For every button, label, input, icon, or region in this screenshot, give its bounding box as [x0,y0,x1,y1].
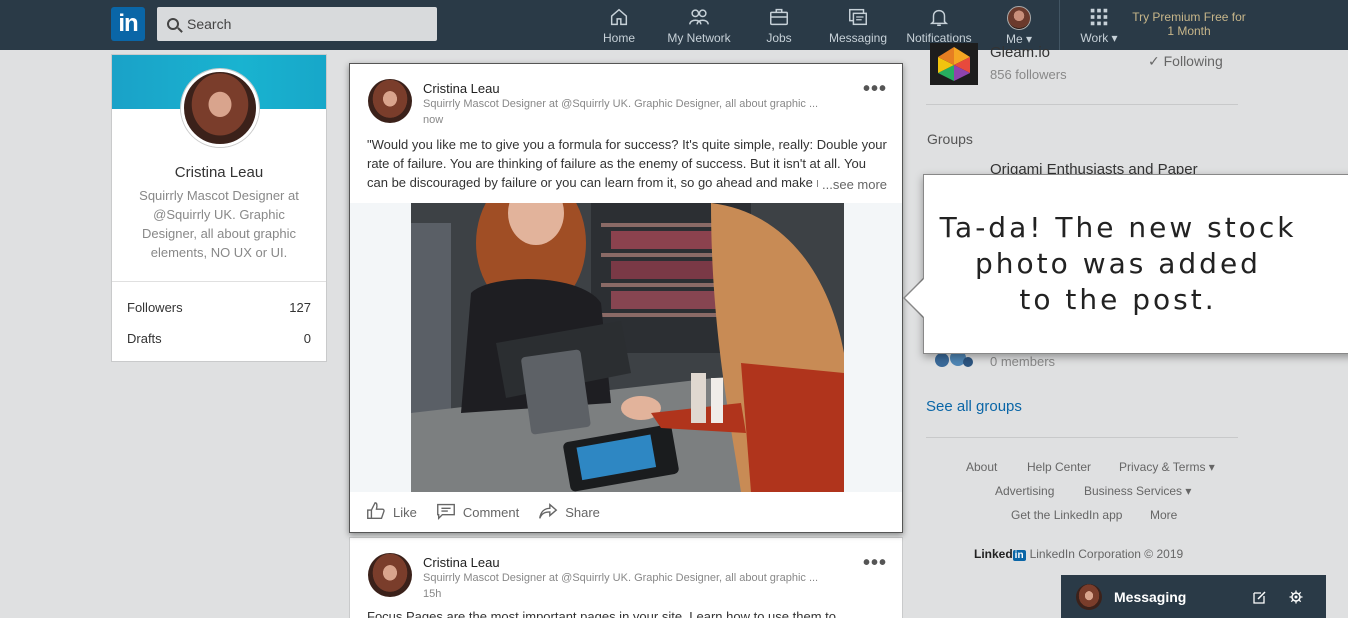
profile-name[interactable]: Cristina Leau [112,164,326,181]
top-nav: in Search Home My Network Jobs Messaging… [0,0,1348,50]
post-image-area [350,203,902,492]
messaging-icon [847,6,869,28]
divider [926,104,1238,105]
profile-avatar[interactable] [181,69,259,147]
nav-messaging-label: Messaging [828,31,888,45]
bell-icon [928,6,950,28]
nav-work[interactable]: Work ▾ [1076,6,1122,46]
groups-heading: Groups [927,131,973,147]
share-label: Share [565,505,600,520]
like-button[interactable]: Like [365,500,417,525]
comment-label: Comment [462,505,520,520]
post-timestamp: now [423,114,444,126]
stat-value: 127 [289,300,311,315]
brand-in: in [1012,550,1026,561]
nav-home-label: Home [602,31,635,45]
thumbs-up-icon [365,500,387,525]
like-label: Like [393,505,417,520]
post-timestamp: 15h [423,588,442,600]
stat-value: 0 [303,331,311,346]
callout-line-1: Ta-da! The new stock [939,211,1297,244]
nav-my-network-label: My Network [667,31,731,45]
callout-arrow-fill [905,278,925,318]
linkedin-wordmark: Linked in [974,547,1026,561]
messaging-bar[interactable]: Messaging [1061,575,1326,618]
post-text: "Would you like me to give you a formula… [367,137,887,190]
profile-headline: Squirrly Mascot Designer at @Squirrly UK… [139,188,299,260]
post-author-headline: Squirrly Mascot Designer at @Squirrly UK… [423,98,819,110]
nav-work-label: Work ▾ [1080,31,1118,45]
company-name[interactable]: Gleam.io [990,44,1050,61]
nav-home[interactable]: Home [600,6,638,46]
compose-icon[interactable] [1253,590,1267,604]
more-options-icon[interactable]: ••• [863,79,887,99]
nav-notifications[interactable]: Notifications [904,6,974,46]
footer-brand: Linked in LinkedIn Corporation © 2019 [974,547,1183,561]
divider [926,437,1238,438]
linkedin-logo[interactable]: in [111,7,145,41]
footer-help-center[interactable]: Help Center [1027,460,1091,474]
briefcase-icon [768,6,790,28]
post-author-name[interactable]: Cristina Leau [423,81,500,96]
callout-line-3: to the post. [1019,283,1217,316]
tutorial-callout: Ta-da! The new stock photo was added to … [923,174,1348,354]
more-options-icon[interactable]: ••• [863,553,887,573]
footer-about[interactable]: About [966,460,997,474]
post-author-avatar[interactable] [368,79,412,123]
comment-icon [435,500,457,525]
comment-button[interactable]: Comment [435,500,519,525]
nav-divider [1059,0,1060,50]
share-icon [537,500,559,525]
nav-jobs[interactable]: Jobs [764,6,794,46]
post-card-2: Cristina Leau Squirrly Mascot Designer a… [349,537,903,618]
callout-line-2: photo was added [975,247,1261,280]
footer-business-services[interactable]: Business Services ▾ [1084,484,1191,498]
gear-icon[interactable] [1289,590,1303,604]
network-icon [688,6,710,28]
stat-label: Drafts [127,331,162,346]
footer-privacy-terms[interactable]: Privacy & Terms ▾ [1119,460,1215,474]
post-text: Focus Pages are the most important pages… [367,609,836,618]
search-input[interactable]: Search [157,7,437,41]
profile-stat-drafts[interactable]: Drafts 0 [127,331,311,346]
see-more-link[interactable]: ...see more [818,177,888,192]
profile-card: Cristina Leau Squirrly Mascot Designer a… [111,54,327,362]
nav-me[interactable]: Me ▾ [1002,6,1036,46]
company-followers: 856 followers [990,67,1067,82]
callout-text: Ta-da! The new stock photo was added to … [940,210,1297,318]
following-button[interactable]: ✓ Following [1148,53,1223,70]
profile-stat-followers[interactable]: Followers 127 [127,300,311,315]
footer-more[interactable]: More [1150,508,1177,522]
gleam-logo-icon[interactable] [930,43,978,85]
messaging-label: Messaging [1114,588,1187,605]
copyright: LinkedIn Corporation © 2019 [1029,547,1184,561]
see-all-groups-link[interactable]: See all groups [926,398,1022,415]
me-avatar [1007,6,1031,30]
nav-jobs-label: Jobs [766,31,792,45]
post-card: Cristina Leau Squirrly Mascot Designer a… [349,63,903,533]
group-members: 0 members [990,354,1056,369]
stat-label: Followers [127,300,183,315]
search-placeholder: Search [187,16,232,32]
brand-word: Linked [974,547,1013,561]
home-icon [608,6,630,28]
post-image[interactable] [411,203,844,492]
nav-messaging[interactable]: Messaging [828,6,888,46]
post-actions: Like Comment Share [365,500,600,525]
post-author-name[interactable]: Cristina Leau [423,555,500,570]
post-author-headline: Squirrly Mascot Designer at @Squirrly UK… [423,572,819,584]
share-button[interactable]: Share [537,500,600,525]
messaging-avatar [1076,583,1102,610]
grid-icon [1088,6,1110,28]
nav-my-network[interactable]: My Network [664,6,734,46]
footer-get-app[interactable]: Get the LinkedIn app [1011,508,1122,522]
post-author-avatar[interactable] [368,553,412,597]
premium-link[interactable]: Try Premium Free for 1 Month [1130,10,1248,38]
search-icon [167,18,179,30]
profile-divider [112,281,326,282]
footer-advertising[interactable]: Advertising [995,484,1054,498]
